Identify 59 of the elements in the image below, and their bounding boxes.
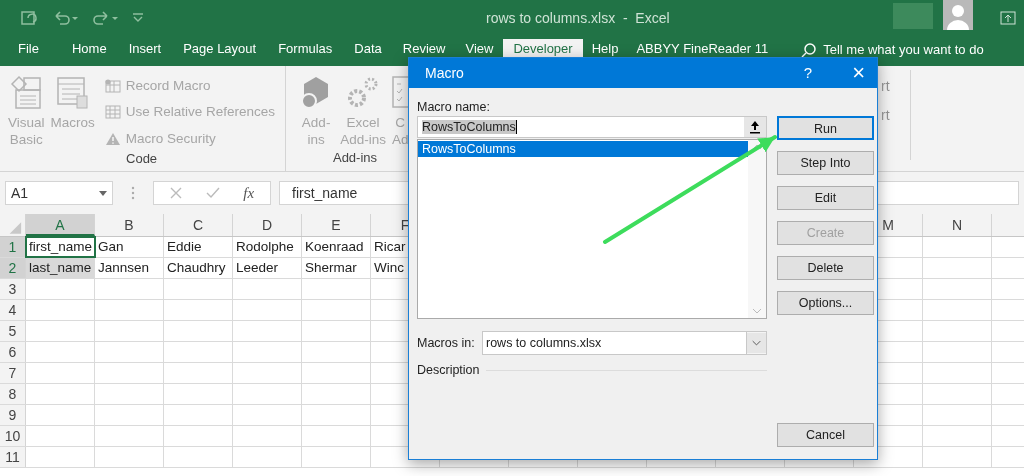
group-label: Add-ins [331, 149, 379, 167]
list-item[interactable]: RowsToColumns [418, 141, 748, 157]
table-cell[interactable]: Shermar [302, 258, 371, 278]
dialog-button[interactable]: Delete [777, 256, 874, 280]
menu-tab[interactable]: File [0, 39, 61, 60]
dialog-button[interactable]: Edit [777, 186, 874, 210]
macros-in-dropdown[interactable]: rows to columns.xlsx [482, 331, 767, 355]
row-header[interactable]: 8 [0, 384, 26, 404]
window-title: rows to columns.xlsx - Excel [486, 9, 670, 28]
tell-me-field[interactable]: Tell me what you want to do [823, 39, 984, 60]
column-header[interactable]: N [923, 214, 992, 236]
cancel-button[interactable]: Cancel [777, 423, 874, 447]
macro-name-field[interactable]: RowsToColumns [422, 119, 517, 134]
menu-tab[interactable]: Data [343, 39, 393, 60]
menu-tab[interactable]: Formulas [267, 39, 344, 60]
row-header[interactable]: 11 [0, 447, 26, 467]
menu-tab[interactable]: Help [582, 39, 628, 60]
table-cell[interactable]: Gan [95, 237, 164, 257]
field-label: Macro name: [417, 99, 491, 116]
insert-function-button[interactable]: fx [243, 181, 255, 205]
row-header[interactable]: 9 [0, 405, 26, 425]
menu-tab[interactable]: Page Layout [172, 39, 268, 60]
table-cell[interactable]: Leeder [233, 258, 302, 278]
group-label: Code [125, 149, 159, 168]
table-cell[interactable]: Koenraad [302, 237, 371, 257]
field-label: Description [417, 362, 480, 379]
table-cell[interactable]: Eddie [164, 237, 233, 257]
row-header[interactable]: 6 [0, 342, 26, 362]
column-header[interactable]: E [302, 214, 371, 236]
table-cell[interactable]: Jannsen [95, 258, 164, 278]
menu-tab[interactable]: View [455, 39, 504, 60]
table-cell[interactable]: last_name [26, 258, 95, 278]
dialog-title: Macro [425, 63, 465, 83]
table-cell[interactable]: first_name [26, 237, 95, 257]
help-button[interactable]: ? [803, 61, 813, 85]
column-header[interactable]: D [233, 214, 302, 236]
row-header[interactable]: 3 [0, 279, 26, 299]
row-header[interactable]: 10 [0, 426, 26, 446]
menu-tab[interactable]: Review [392, 39, 456, 60]
column-header[interactable]: C [164, 214, 233, 236]
menu-tab[interactable]: Home [60, 39, 118, 60]
table-cell[interactable]: Rodolphe [233, 237, 302, 257]
dialog-button[interactable]: Run [777, 116, 874, 140]
menu-tab[interactable]: Insert [117, 39, 173, 60]
row-header[interactable]: 2 [0, 258, 26, 278]
menu-tab[interactable]: ABBYY FineReader 11 [627, 39, 778, 60]
row-header[interactable]: 5 [0, 321, 26, 341]
dialog-button[interactable]: Options... [777, 291, 874, 315]
field-label: Macros in: [417, 334, 476, 352]
row-header[interactable]: 4 [0, 300, 26, 320]
close-button[interactable]: × [852, 62, 865, 84]
table-cell[interactable]: Chaudhry [164, 258, 233, 278]
column-header[interactable]: A [26, 214, 95, 236]
column-header[interactable]: B [95, 214, 164, 236]
row-header[interactable]: 1 [0, 237, 26, 257]
macro-list[interactable]: RowsToColumns [417, 139, 767, 319]
row-header[interactable]: 7 [0, 363, 26, 383]
dialog-button[interactable]: Step Into [777, 151, 874, 175]
name-box[interactable]: A1 [5, 181, 113, 205]
